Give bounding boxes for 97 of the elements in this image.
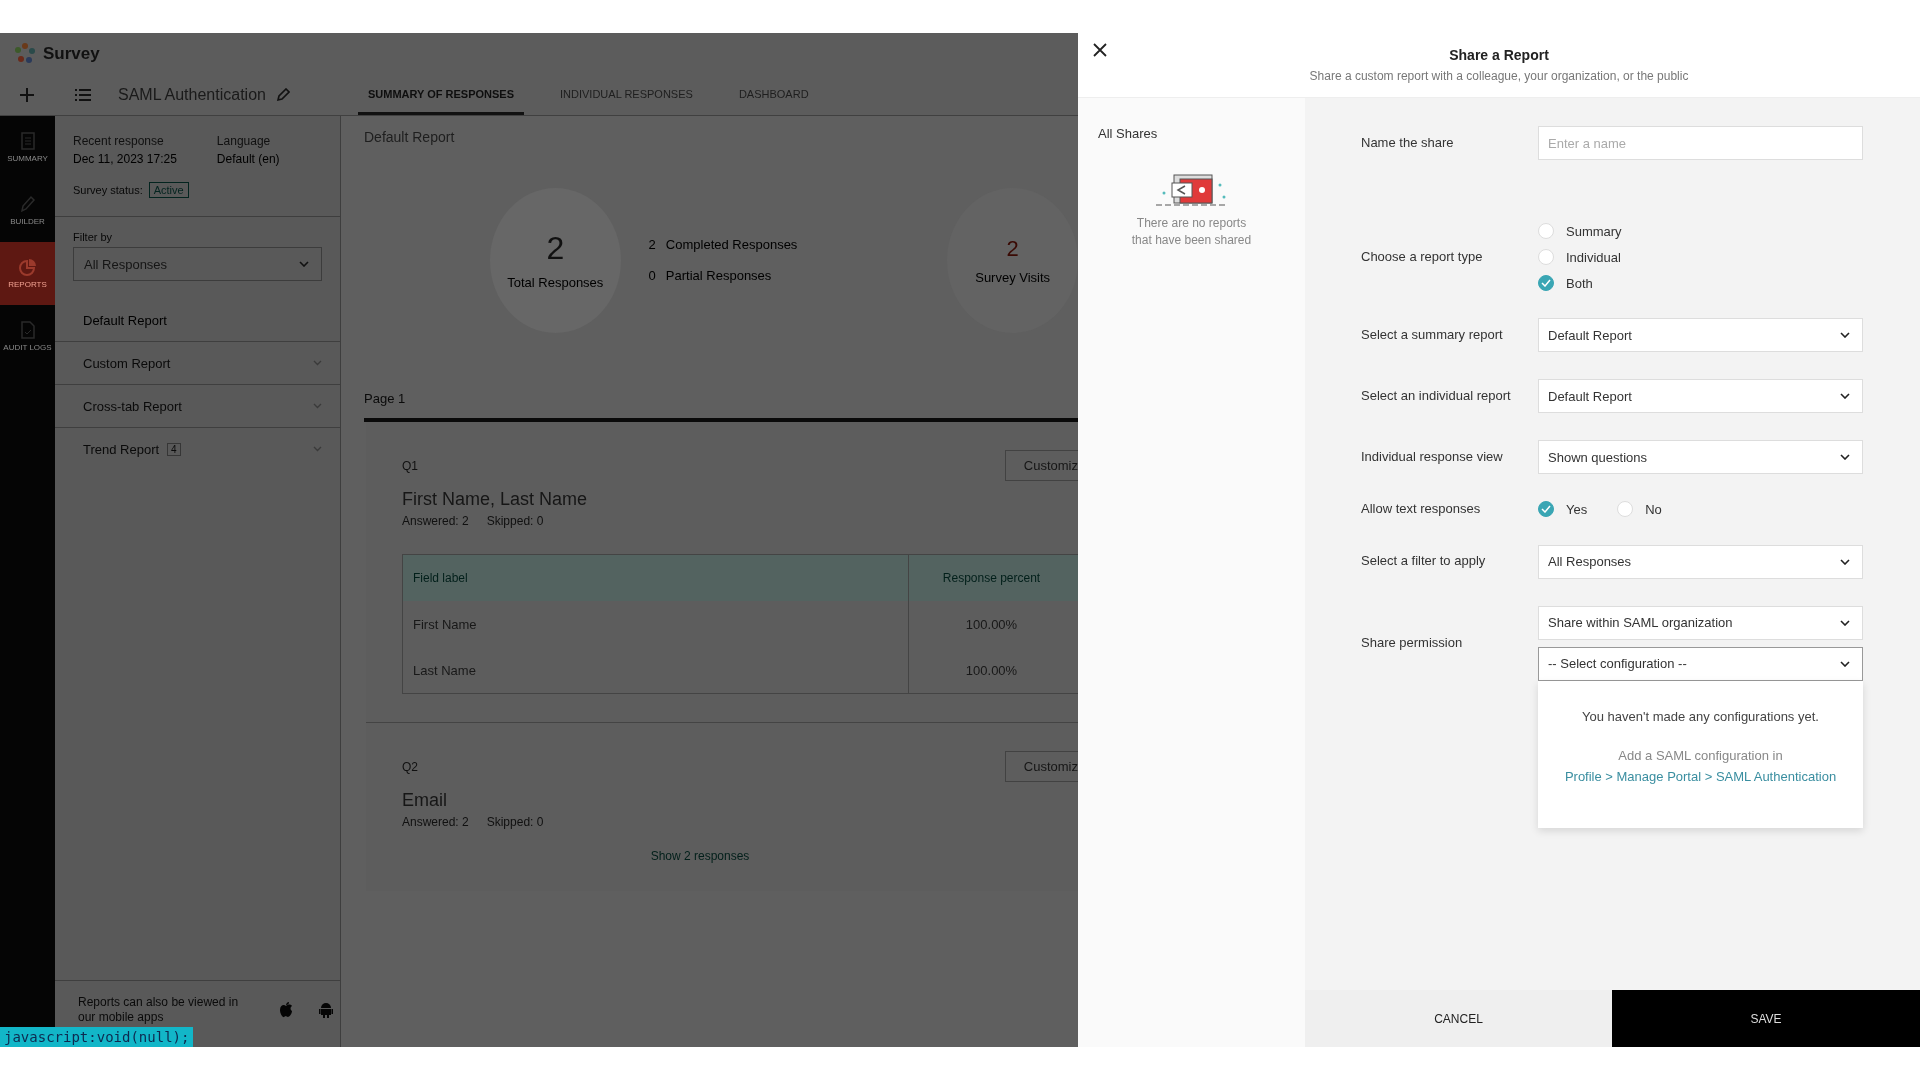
nav-label: BUILDER (10, 217, 45, 226)
chevron-down-icon (1840, 558, 1850, 565)
stat-label: Partial Responses (665, 268, 772, 283)
dropdown[interactable]: Shown questions (1538, 440, 1863, 474)
plus-icon[interactable] (19, 87, 35, 103)
stat-label: Survey Visits (975, 269, 1051, 285)
info-value: Dec 11, 2023 17:25 (73, 152, 177, 166)
skipped-count: Skipped: 0 (486, 514, 544, 528)
dropdown[interactable]: Share within SAML organization (1538, 605, 1863, 640)
mobile-apps-note: Reports can also be viewed in our mobile apps (78, 995, 240, 1025)
settings-path-link[interactable]: Profile > Manage Portal > SAML Authentication (1564, 768, 1837, 784)
dialog-title: Share a Report (1449, 47, 1549, 63)
radio-label: Yes (1566, 501, 1588, 517)
field-label: Select a summary report (1361, 326, 1504, 344)
dropdown[interactable]: Default Report (1538, 318, 1863, 352)
document-icon (20, 132, 35, 150)
field-label: Allow text responses (1361, 501, 1482, 518)
apple-icon[interactable] (279, 1002, 293, 1018)
dropdown[interactable]: All Responses (1538, 544, 1863, 579)
answered-count: Answered: 2 (402, 815, 469, 829)
configuration-hint: Add a SAML configuration in Profile > Manage Portal > SAML Authentication (1563, 746, 1838, 786)
stat-number: 2 (1006, 235, 1019, 262)
nav-item[interactable]: BUILDER (0, 179, 55, 242)
check-icon (1541, 505, 1551, 514)
field-label: Individual response view (1361, 448, 1504, 466)
chevron-down-icon (1840, 660, 1850, 667)
table-cell: 100.00% (908, 647, 1074, 693)
check-icon (1541, 279, 1551, 287)
nav-label: REPORTS (8, 280, 47, 289)
survey-title: SAML Authentication (118, 86, 266, 104)
info-label: Language (216, 134, 272, 148)
status-label: Survey status: (73, 184, 143, 196)
field-label: Select an individual report (1361, 387, 1511, 405)
nav-label: SUMMARY (7, 154, 48, 163)
question-title: First Name, Last Name (402, 489, 589, 510)
info-value: Default (en) (216, 152, 280, 166)
save-button[interactable]: SAVE (1612, 990, 1920, 1047)
list-icon[interactable] (75, 89, 91, 101)
stat-number: 2 (648, 237, 656, 252)
question-number: Q2 (402, 759, 418, 774)
chevron-down-icon (1840, 332, 1850, 338)
radio-button[interactable] (1538, 501, 1554, 518)
pie-chart-icon (18, 258, 37, 276)
radio-button[interactable] (1538, 275, 1554, 291)
chevron-down-icon (313, 446, 322, 452)
dialog-subtitle: Share a custom report with a colleague, your organization, or the public (1309, 69, 1689, 83)
question-number: Q1 (402, 458, 418, 473)
status-badge: Active (148, 182, 189, 198)
pencil-icon[interactable] (275, 88, 290, 102)
close-icon[interactable] (1093, 43, 1107, 57)
count-badge: 4 (167, 442, 181, 456)
dropdown[interactable]: Default Report (1538, 379, 1863, 413)
android-icon[interactable] (319, 1002, 333, 1018)
question-title: Email (402, 790, 448, 811)
all-shares-heading: All Shares (1098, 126, 1158, 141)
empty-state-text: There are no reports that have been shared (1130, 215, 1253, 250)
pencil-icon (19, 195, 36, 213)
table-cell: 100.00% (908, 601, 1074, 647)
report-title: Default Report (364, 129, 456, 145)
chevron-down-icon (313, 403, 322, 409)
chevron-down-icon (313, 360, 322, 366)
name-field[interactable]: Enter a name (1538, 126, 1863, 160)
nav-label: AUDIT LOGS (3, 343, 52, 352)
dropdown[interactable]: -- Select configuration -- (1538, 646, 1863, 681)
stat-label: Total Responses (507, 275, 604, 290)
field-label: Select a filter to apply (1361, 553, 1487, 571)
empty-message: You haven't made any configurations yet. (1582, 708, 1819, 724)
radio-label: Both (1566, 275, 1593, 291)
radio-label: No (1645, 501, 1662, 517)
chevron-down-icon (299, 261, 309, 267)
cancel-button[interactable]: CANCEL (1305, 990, 1612, 1047)
skipped-count: Skipped: 0 (486, 815, 544, 829)
info-label: Recent response (73, 134, 165, 148)
field-label: Share permission (1361, 634, 1464, 652)
stat-number: 0 (648, 268, 656, 283)
column-header: Field label (412, 571, 469, 585)
radio-label: Individual (1566, 249, 1621, 265)
field-label: Choose a report type (1361, 248, 1484, 266)
answered-count: Answered: 2 (402, 514, 469, 528)
filter-label: Filter by (73, 231, 114, 243)
table-cell-text: First Name (412, 616, 478, 632)
status-url-tooltip: javascript:void(null); (0, 1027, 194, 1047)
table-cell-text: Last Name (412, 662, 477, 678)
chevron-down-icon (1840, 454, 1850, 460)
chevron-down-icon (1840, 393, 1850, 399)
nav-item[interactable]: AUDIT LOGS (0, 305, 55, 368)
nav-item[interactable]: SUMMARY (0, 116, 55, 179)
field-label: Name the share (1361, 134, 1455, 152)
file-icon (20, 321, 35, 339)
column-header: Response percent (908, 555, 1074, 601)
radio-label: Summary (1566, 223, 1622, 239)
stat-label: Completed Responses (665, 237, 798, 252)
chevron-down-icon (1840, 619, 1850, 626)
logo-icon (13, 42, 37, 66)
app-logo-text: Survey (43, 44, 100, 64)
stat-number: 2 (546, 230, 565, 267)
nav-item[interactable]: REPORTS (0, 242, 55, 305)
